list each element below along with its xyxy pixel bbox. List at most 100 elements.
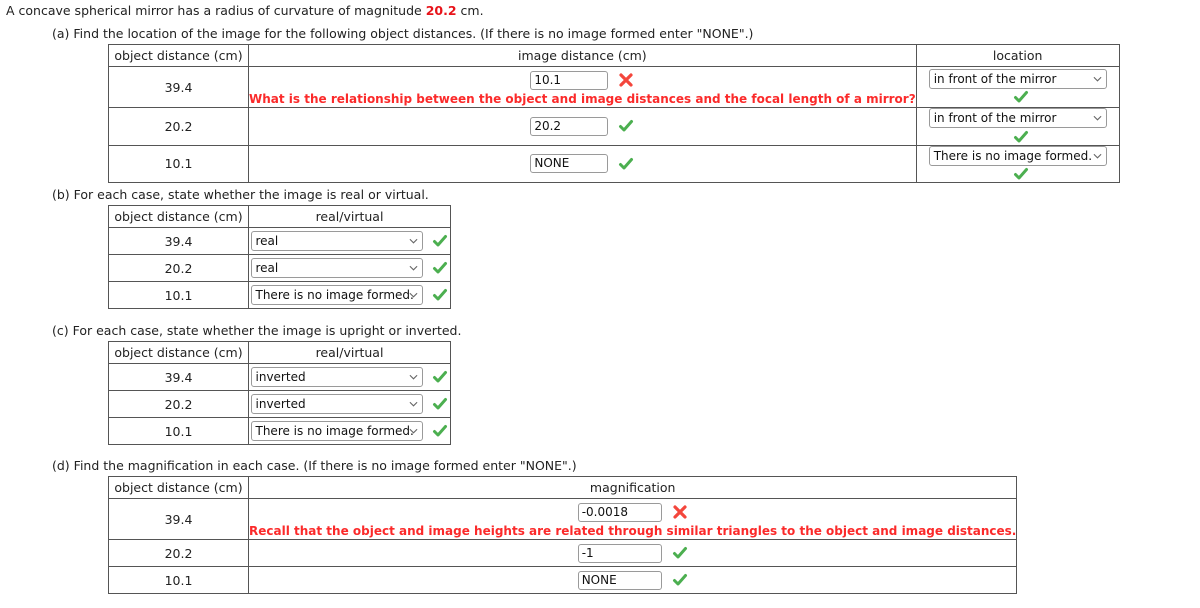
chevron-down-icon — [409, 264, 418, 273]
answer-group: -1 — [249, 541, 1016, 566]
table-row: 20.2 inverted — [108, 390, 451, 418]
real-virtual-select[interactable]: There is no image formed. — [250, 285, 423, 305]
upright-inverted-select-value: inverted — [255, 370, 306, 384]
green-check-icon — [618, 118, 634, 134]
column-header-magnification: magnification — [247, 476, 1018, 499]
part-b: (b) For each case, state whether the ima… — [0, 187, 451, 309]
image-distance-cell: 20.2 — [248, 107, 917, 146]
object-distance-value: 20.2 — [108, 254, 249, 282]
image-distance-input[interactable]: NONE — [530, 154, 609, 174]
location-select-value: in front of the mirror — [933, 71, 1057, 86]
table-row: 39.4 real — [108, 227, 451, 255]
upright-inverted-select-value: There is no image formed. — [255, 424, 414, 438]
green-check-icon — [672, 545, 688, 561]
table-header-row: object distance (cm) image distance (cm)… — [108, 44, 1120, 67]
answer-group: NONE — [249, 151, 916, 176]
location-select[interactable]: in front of the mirror — [928, 108, 1107, 128]
feedback-message: Recall that the object and image heights… — [249, 523, 1017, 538]
table-header-row: object distance (cm) magnification — [108, 476, 1018, 499]
part-c-label: (c) For each case, state whether the ima… — [52, 323, 462, 338]
feedback-message: What is the relationship between the obj… — [249, 91, 916, 106]
object-distance-value: 10.1 — [108, 281, 249, 309]
table-row: 10.1 There is no image formed. — [108, 281, 451, 309]
column-header-object-distance: object distance (cm) — [108, 476, 249, 499]
table-row: 39.4 -0.0018 Recall that the object and … — [108, 498, 1018, 540]
green-check-icon — [672, 572, 688, 588]
upright-inverted-select-value: inverted — [255, 397, 306, 411]
chevron-down-icon — [409, 291, 418, 300]
problem-text-before: A concave spherical mirror has a radius … — [6, 3, 426, 18]
upright-inverted-select[interactable]: inverted — [250, 367, 423, 387]
image-distance-cell: NONE — [248, 144, 917, 183]
magnification-cell: NONE — [247, 566, 1018, 594]
green-check-icon — [618, 156, 634, 172]
object-distance-value: 10.1 — [108, 417, 249, 445]
real-virtual-select[interactable]: real — [250, 231, 423, 251]
image-distance-cell: 10.1 What is the relationship between th… — [248, 66, 917, 108]
location-select[interactable]: There is no image formed. — [928, 145, 1107, 166]
magnification-input[interactable]: NONE — [577, 570, 662, 590]
object-distance-value: 10.1 — [108, 566, 249, 594]
magnification-input[interactable]: -1 — [577, 543, 662, 563]
chevron-down-icon — [409, 237, 418, 246]
table-row: 20.2 real — [108, 254, 451, 282]
green-check-icon — [432, 287, 448, 303]
table-header-row: object distance (cm) real/virtual — [108, 341, 451, 364]
table-row: 10.1 NONE — [108, 566, 1018, 594]
chevron-down-icon — [409, 400, 418, 409]
object-distance-value: 39.4 — [108, 363, 249, 391]
real-virtual-cell: real — [248, 227, 451, 255]
location-cell: in front of the mirror — [915, 107, 1120, 146]
red-x-icon — [618, 72, 634, 88]
upright-inverted-cell: There is no image formed. — [248, 417, 451, 445]
part-d-table: object distance (cm) magnification 39.4 … — [108, 476, 1018, 594]
image-distance-input[interactable]: 10.1 — [530, 70, 609, 90]
object-distance-value: 10.1 — [108, 144, 249, 183]
red-x-icon — [672, 504, 688, 520]
green-check-icon — [1013, 89, 1029, 105]
part-d: (d) Find the magnification in each case.… — [0, 458, 1018, 594]
upright-inverted-select[interactable]: There is no image formed. — [250, 421, 423, 441]
magnification-cell: -1 — [247, 539, 1018, 567]
object-distance-value: 20.2 — [108, 107, 249, 146]
column-header-location: location — [915, 44, 1120, 67]
problem-text-after: cm. — [456, 3, 484, 18]
location-select-value: There is no image formed. — [933, 148, 1093, 163]
real-virtual-select-value: There is no image formed. — [255, 288, 414, 302]
green-check-icon — [432, 233, 448, 249]
part-a: (a) Find the location of the image for t… — [0, 26, 1120, 183]
green-check-icon — [432, 396, 448, 412]
upright-inverted-select[interactable]: inverted — [250, 394, 423, 414]
table-row: 39.4 inverted — [108, 363, 451, 391]
answer-group: NONE — [249, 568, 1016, 593]
location-select-value: in front of the mirror — [933, 111, 1057, 125]
real-virtual-select[interactable]: real — [250, 258, 423, 278]
answer-group: -0.0018 — [249, 501, 1016, 523]
column-header-image-distance: image distance (cm) — [248, 44, 917, 67]
chevron-down-icon — [1093, 151, 1102, 160]
image-distance-input[interactable]: 20.2 — [530, 116, 609, 136]
object-distance-value: 39.4 — [108, 66, 249, 108]
problem-statement: A concave spherical mirror has a radius … — [6, 3, 484, 19]
table-row: 39.4 10.1 What is the relationship betwe… — [108, 66, 1120, 108]
magnification-input[interactable]: -0.0018 — [577, 502, 662, 522]
location-cell: There is no image formed. — [915, 144, 1120, 183]
part-c-table: object distance (cm) real/virtual 39.4 i… — [108, 341, 451, 445]
real-virtual-cell: real — [248, 254, 451, 282]
magnification-cell: -0.0018 Recall that the object and image… — [247, 498, 1018, 540]
location-cell: in front of the mirror — [915, 66, 1120, 108]
location-select[interactable]: in front of the mirror — [928, 68, 1107, 89]
real-virtual-cell: There is no image formed. — [248, 281, 451, 309]
object-distance-value: 39.4 — [108, 227, 249, 255]
column-header-object-distance: object distance (cm) — [108, 205, 249, 228]
worksheet-page: A concave spherical mirror has a radius … — [0, 0, 1200, 608]
part-c: (c) For each case, state whether the ima… — [0, 323, 461, 445]
real-virtual-select-value: real — [255, 234, 279, 248]
chevron-down-icon — [409, 427, 418, 436]
upright-inverted-cell: inverted — [248, 390, 451, 418]
answer-group: 10.1 — [249, 69, 916, 91]
green-check-icon — [1013, 129, 1029, 145]
green-check-icon — [432, 423, 448, 439]
table-row: 10.1 There is no image formed. — [108, 417, 451, 445]
table-row: 10.1 NONE There is no image formed. — [108, 144, 1120, 183]
